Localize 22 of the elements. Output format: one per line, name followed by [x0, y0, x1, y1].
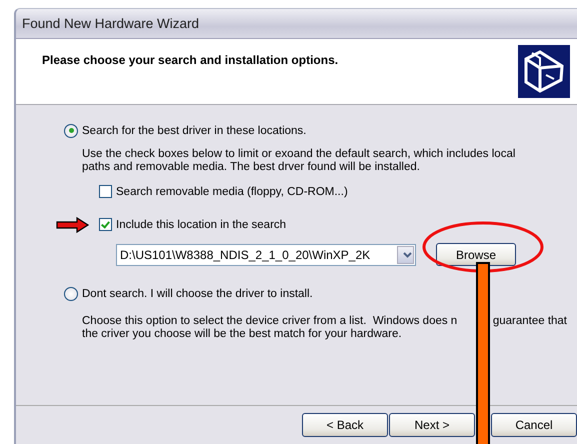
location-combo-box[interactable]: D:\US101\W8388_NDIS_2_1_0_20\WinXP_2K	[116, 244, 416, 266]
checkbox-label[interactable]: Include this location in the search	[116, 218, 286, 230]
description-text: the criver you choose will be the best match for your hardware.	[82, 328, 402, 341]
wizard-button[interactable]: Next >	[389, 413, 475, 437]
description-text: paths and removable media. The best drver found will be installed.	[82, 161, 420, 174]
browse-button[interactable]: Browse	[436, 243, 516, 266]
checkbox-label[interactable]: Search removable media (floppy, CD-ROM...)	[116, 186, 348, 198]
wizard-button[interactable]: Cancel	[491, 413, 577, 437]
description-text: Choose this option to select the device criver from a list. Windows does n	[82, 315, 458, 328]
hardware-box-icon	[518, 45, 570, 98]
option-label[interactable]: Dont search. I will choose the driver to install.	[82, 288, 313, 300]
radio-button[interactable]	[64, 124, 78, 138]
wizard-button[interactable]: < Back	[302, 413, 388, 437]
radio-button[interactable]	[64, 286, 78, 300]
checkbox[interactable]	[99, 185, 112, 198]
window-title: Found New Hardware Wizard	[16, 9, 577, 39]
description-text: guarantee that	[492, 315, 567, 328]
description-text: Use the check boxes below to limit or exoand the default search, which includes local	[82, 148, 516, 161]
option-label[interactable]: Search for the best driver in these locations.	[82, 124, 306, 136]
checkbox[interactable]	[99, 218, 112, 231]
pointer-arrow	[56, 216, 90, 234]
header-title: Please choose your search and installation options.	[42, 53, 338, 67]
